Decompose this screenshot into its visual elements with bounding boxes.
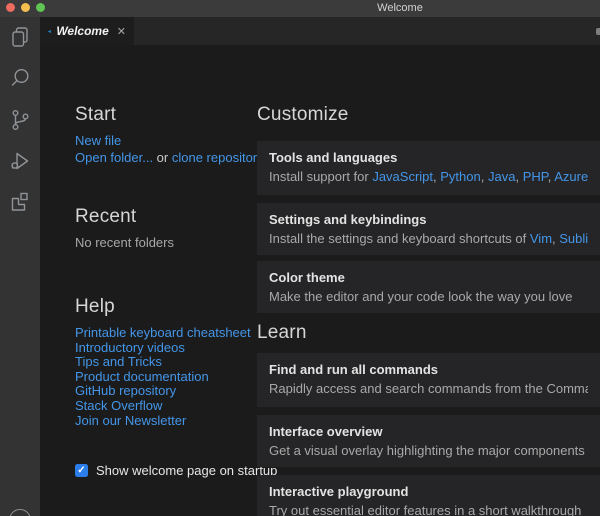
start-heading: Start [75,104,116,126]
run-and-debug-icon[interactable] [8,149,32,173]
help-link-github-repo[interactable]: GitHub repository [75,383,176,398]
card-title: Settings and keybindings [269,212,588,227]
inline-text: , [481,169,488,184]
source-control-icon[interactable] [8,108,32,132]
inline-text: Rapidly access and search commands from … [269,381,588,396]
help-link-stack-overflow[interactable]: Stack Overflow [75,398,162,413]
card-title: Tools and languages [269,150,588,165]
zoom-window-button[interactable] [36,3,45,12]
inline-link[interactable]: Azure [554,169,588,184]
inline-text: Get a visual overlay highlighting the ma… [269,443,588,458]
account-icon[interactable] [9,509,31,516]
tab-welcome[interactable]: Welcome ✕ [40,17,134,45]
inline-link[interactable]: Open folder... [75,150,153,165]
new-file-link[interactable]: New file [75,133,121,148]
open-folder-line: Open folder... or clone repository... [75,150,274,165]
extensions-icon[interactable] [8,190,32,214]
customize-heading: Customize [257,104,349,126]
card-description: Try out essential editor features in a s… [269,503,588,516]
help-links: Printable keyboard cheatsheet Introducto… [75,326,251,428]
inline-link[interactable]: Java [488,169,515,184]
minimize-window-button[interactable] [21,3,30,12]
card-settings-and-keybindings[interactable]: Settings and keybindings Install the set… [257,203,600,255]
titlebar: Welcome [0,0,600,17]
inline-link[interactable]: Vim [530,231,552,246]
activity-bar [0,17,40,516]
card-title: Interface overview [269,424,588,439]
help-link-newsletter[interactable]: Join our Newsletter [75,413,186,428]
card-description: Install support for JavaScript, Python, … [269,169,588,184]
tab-close-icon[interactable]: ✕ [117,25,126,38]
learn-heading: Learn [257,322,307,344]
card-tools-and-languages[interactable]: Tools and languages Install support for … [257,141,600,195]
window-title: Welcome [377,0,423,17]
help-link-product-docs[interactable]: Product documentation [75,369,209,384]
startup-checkbox-row: ✓ Show welcome page on startup [75,463,277,478]
cutoff-editor-action-icon [596,28,600,35]
explorer-icon[interactable] [8,25,32,49]
close-window-button[interactable] [6,3,15,12]
search-icon[interactable] [8,66,32,90]
card-title: Find and run all commands [269,362,588,377]
vscode-window: Welcome [0,0,600,516]
tab-strip: Welcome ✕ [40,17,600,45]
recent-heading: Recent [75,206,136,228]
startup-checkbox[interactable]: ✓ [75,464,88,477]
inline-text: or [153,150,172,165]
card-description: Get a visual overlay highlighting the ma… [269,443,588,458]
startup-checkbox-label: Show welcome page on startup [96,463,277,478]
help-heading: Help [75,296,115,318]
vscode-logo-icon [48,24,51,39]
card-interactive-playground[interactable]: Interactive playground Try out essential… [257,475,600,516]
inline-text: Install the settings and keyboard shortc… [269,231,530,246]
card-interface-overview[interactable]: Interface overview Get a visual overlay … [257,415,600,467]
card-title: Interactive playground [269,484,588,499]
tab-label: Welcome [56,24,108,38]
help-link-tips-tricks[interactable]: Tips and Tricks [75,354,162,369]
help-link-cheatsheet[interactable]: Printable keyboard cheatsheet [75,325,251,340]
card-description: Rapidly access and search commands from … [269,381,588,396]
recent-empty-text: No recent folders [75,235,174,250]
inline-link[interactable]: Python [440,169,480,184]
inline-link[interactable]: JavaScript [372,169,433,184]
inline-text: , [515,169,522,184]
help-link-intro-videos[interactable]: Introductory videos [75,340,185,355]
inline-text: Install support for [269,169,372,184]
inline-link[interactable]: Sublime [559,231,588,246]
inline-text: Try out essential editor features in a s… [269,503,581,516]
inline-text: Make the editor and your code look the w… [269,289,573,304]
card-description: Make the editor and your code look the w… [269,289,588,304]
inline-link[interactable]: PHP [523,169,548,184]
checkmark-icon: ✓ [77,464,85,477]
card-find-run-commands[interactable]: Find and run all commands Rapidly access… [257,353,600,407]
card-color-theme[interactable]: Color theme Make the editor and your cod… [257,261,600,313]
card-description: Install the settings and keyboard shortc… [269,231,588,246]
card-title: Color theme [269,270,588,285]
